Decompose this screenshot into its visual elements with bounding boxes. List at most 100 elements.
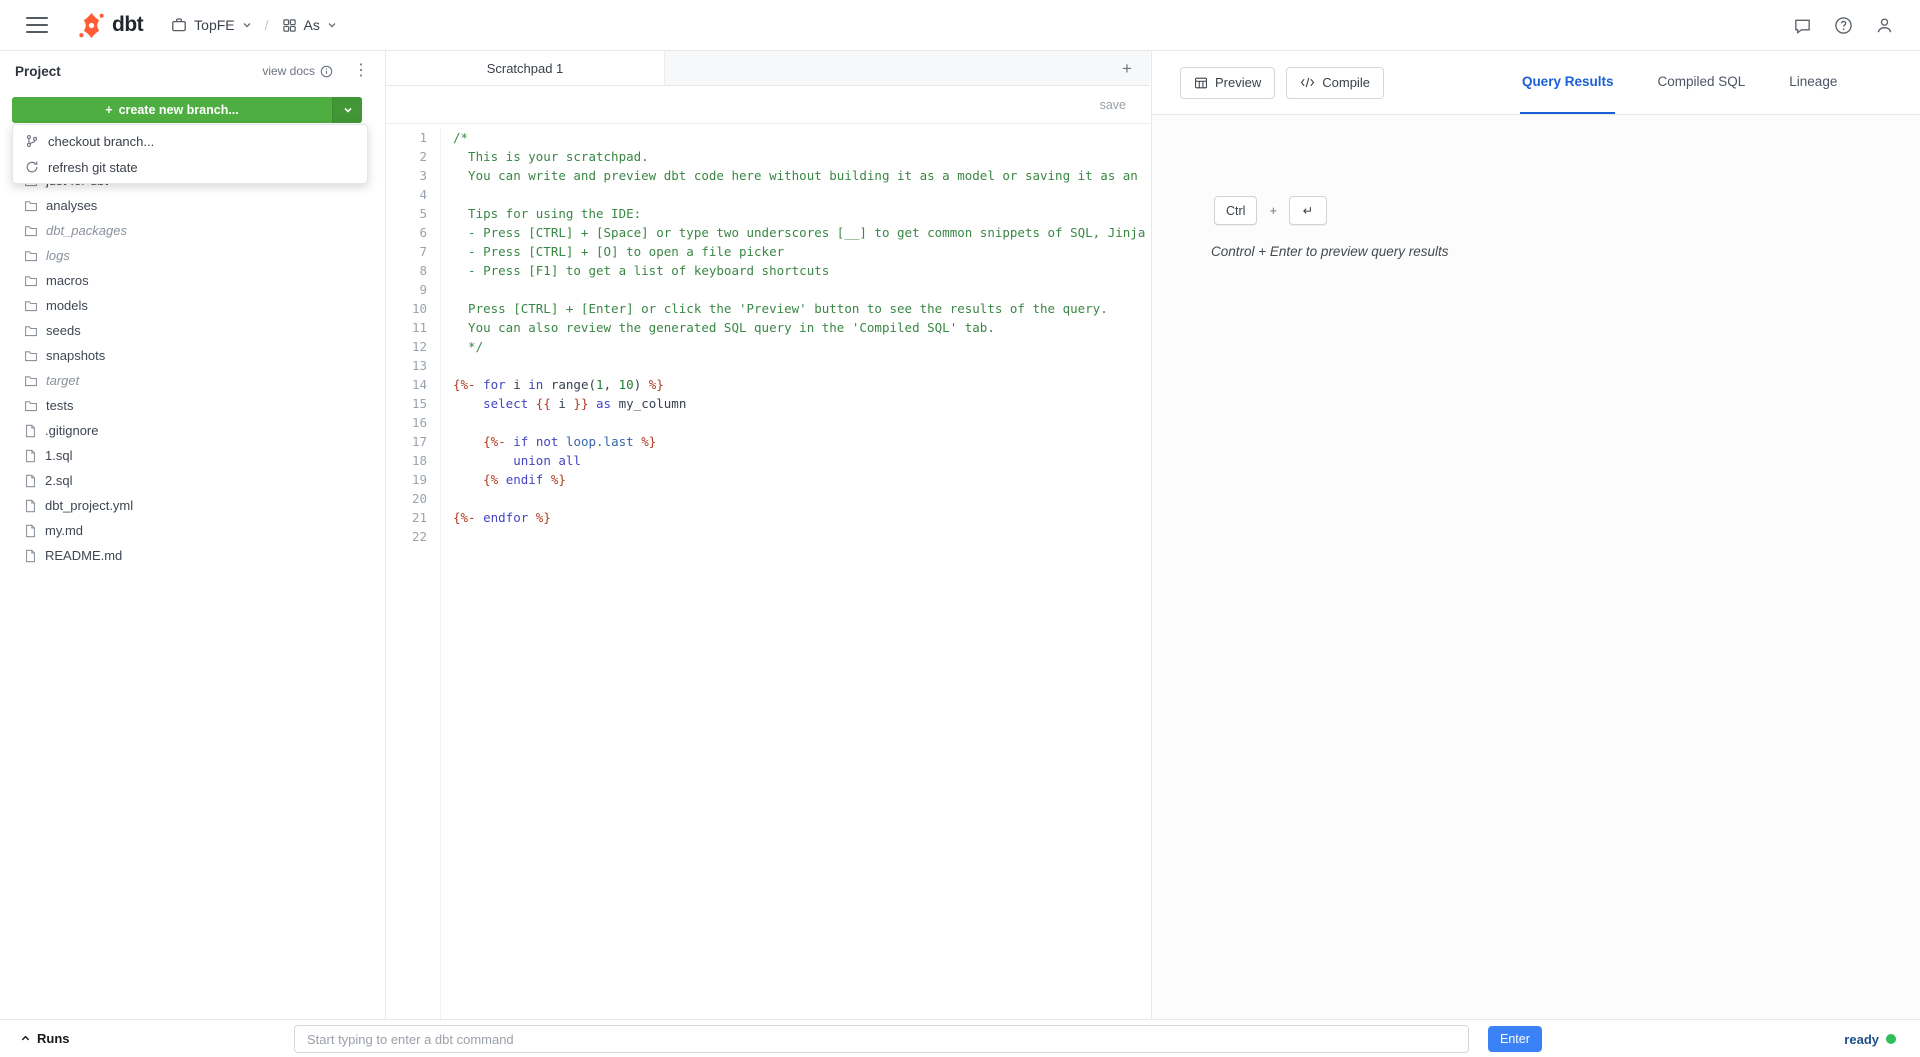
code-line[interactable]	[453, 356, 1150, 375]
code-line[interactable]: */	[453, 337, 1150, 356]
line-number: 22	[386, 527, 427, 546]
runs-label: Runs	[37, 1031, 70, 1046]
results-tabs: Query Results Compiled SQL Lineage	[1520, 51, 1839, 114]
tree-item-label: analyses	[46, 198, 97, 213]
code-line[interactable]	[453, 280, 1150, 299]
file-explorer-sidebar: Project view docs ⋮ + create new branch.…	[0, 51, 386, 1019]
line-number: 13	[386, 356, 427, 375]
code-line[interactable]: {%- endfor %}	[453, 508, 1150, 527]
tree-item[interactable]: logs	[0, 243, 385, 268]
tree-item[interactable]: dbt_packages	[0, 218, 385, 243]
tree-item[interactable]: snapshots	[0, 343, 385, 368]
tab-scratchpad-1[interactable]: Scratchpad 1	[386, 51, 665, 85]
add-tab-button[interactable]: +	[1116, 57, 1138, 79]
tree-item-label: models	[46, 298, 88, 313]
editor-gutter: 12345678910111213141516171819202122	[386, 128, 441, 1019]
connection-status: ready	[1844, 1020, 1896, 1057]
tree-item[interactable]: macros	[0, 268, 385, 293]
tree-item-label: .gitignore	[45, 423, 98, 438]
code-line[interactable]	[453, 527, 1150, 546]
code-line[interactable]: You can write and preview dbt code here …	[453, 166, 1150, 185]
tree-item[interactable]: models	[0, 293, 385, 318]
tree-item-label: my.md	[45, 523, 83, 538]
hamburger-menu[interactable]	[26, 17, 48, 34]
tree-item[interactable]: analyses	[0, 193, 385, 218]
line-number: 20	[386, 489, 427, 508]
line-number: 4	[386, 185, 427, 204]
kebab-menu-icon[interactable]: ⋮	[353, 63, 369, 79]
code-line[interactable]: {%- for i in range(1, 10) %}	[453, 375, 1150, 394]
code-line[interactable]: This is your scratchpad.	[453, 147, 1150, 166]
line-number: 9	[386, 280, 427, 299]
tab-compiled-sql[interactable]: Compiled SQL	[1655, 51, 1747, 114]
tree-item[interactable]: 1.sql	[0, 443, 385, 468]
plus-sign: +	[1269, 203, 1277, 218]
dbt-command-input[interactable]	[294, 1025, 1469, 1053]
git-branch-icon	[25, 134, 39, 148]
code-line[interactable]: - Press [F1] to get a list of keyboard s…	[453, 261, 1150, 280]
code-line[interactable]	[453, 185, 1150, 204]
menu-item-checkout-branch[interactable]: checkout branch...	[13, 128, 367, 154]
code-line[interactable]: Press [CTRL] + [Enter] or click the 'Pre…	[453, 299, 1150, 318]
line-number: 17	[386, 432, 427, 451]
code-line[interactable]: union all	[453, 451, 1150, 470]
tree-item-label: seeds	[46, 323, 81, 338]
runs-toggle[interactable]: Runs	[20, 1031, 70, 1046]
account-selector[interactable]: TopFE	[171, 17, 251, 33]
menu-item-refresh-git-state[interactable]: refresh git state	[13, 154, 367, 180]
tree-item-label: dbt_packages	[46, 223, 127, 238]
code-line[interactable]	[453, 413, 1150, 432]
folder-icon	[24, 199, 38, 213]
code-line[interactable]: {% endif %}	[453, 470, 1150, 489]
dbt-logo-icon	[78, 12, 105, 39]
code-line[interactable]: Tips for using the IDE:	[453, 204, 1150, 223]
tree-item[interactable]: 2.sql	[0, 468, 385, 493]
folder-icon	[24, 224, 38, 238]
tab-lineage[interactable]: Lineage	[1787, 51, 1839, 114]
grid-icon	[282, 18, 297, 33]
create-branch-button[interactable]: + create new branch...	[12, 97, 362, 123]
help-icon[interactable]	[1834, 16, 1853, 35]
tree-item[interactable]: my.md	[0, 518, 385, 543]
tab-query-results[interactable]: Query Results	[1520, 51, 1616, 114]
tree-item[interactable]: target	[0, 368, 385, 393]
tree-item[interactable]: tests	[0, 393, 385, 418]
code-line[interactable]: You can also review the generated SQL qu…	[453, 318, 1150, 337]
project-selector[interactable]: As	[282, 17, 337, 33]
code-editor[interactable]: 12345678910111213141516171819202122 /* T…	[386, 124, 1150, 1019]
preview-button[interactable]: Preview	[1180, 67, 1275, 99]
line-number: 10	[386, 299, 427, 318]
branch-dropdown-toggle[interactable]	[332, 97, 362, 123]
line-number: 7	[386, 242, 427, 261]
tree-item[interactable]: dbt_project.yml	[0, 493, 385, 518]
code-line[interactable]: /*	[453, 128, 1150, 147]
save-button[interactable]: save	[1100, 98, 1126, 112]
code-line[interactable]: {%- if not loop.last %}	[453, 432, 1150, 451]
folder-icon	[24, 374, 38, 388]
line-number: 18	[386, 451, 427, 470]
tree-item[interactable]: seeds	[0, 318, 385, 343]
editor-code[interactable]: /* This is your scratchpad. You can writ…	[441, 128, 1150, 1019]
enter-button[interactable]: Enter	[1488, 1026, 1542, 1052]
feedback-icon[interactable]	[1793, 16, 1812, 35]
file-icon	[24, 524, 37, 538]
refresh-icon	[25, 160, 39, 174]
view-docs-link[interactable]: view docs	[262, 64, 333, 78]
code-line[interactable]: - Press [CTRL] + [O] to open a file pick…	[453, 242, 1150, 261]
results-header: Preview Compile Query Results Compiled S…	[1152, 51, 1920, 115]
file-icon	[24, 424, 37, 438]
code-line[interactable]	[453, 489, 1150, 508]
file-icon	[24, 499, 37, 513]
preview-label: Preview	[1215, 75, 1261, 90]
editor-tabbar: Scratchpad 1 +	[386, 51, 1150, 86]
user-icon[interactable]	[1875, 16, 1894, 35]
file-tree: just-for-dbtanalysesdbt_packageslogsmacr…	[0, 168, 385, 568]
compile-button[interactable]: Compile	[1286, 67, 1384, 99]
tree-item[interactable]: .gitignore	[0, 418, 385, 443]
dbt-ide-app: dbt TopFE / As	[0, 0, 1920, 1057]
status-label: ready	[1844, 1032, 1879, 1047]
info-icon	[320, 65, 333, 78]
code-line[interactable]: - Press [CTRL] + [Space] or type two und…	[453, 223, 1150, 242]
code-line[interactable]: select {{ i }} as my_column	[453, 394, 1150, 413]
tree-item[interactable]: README.md	[0, 543, 385, 568]
